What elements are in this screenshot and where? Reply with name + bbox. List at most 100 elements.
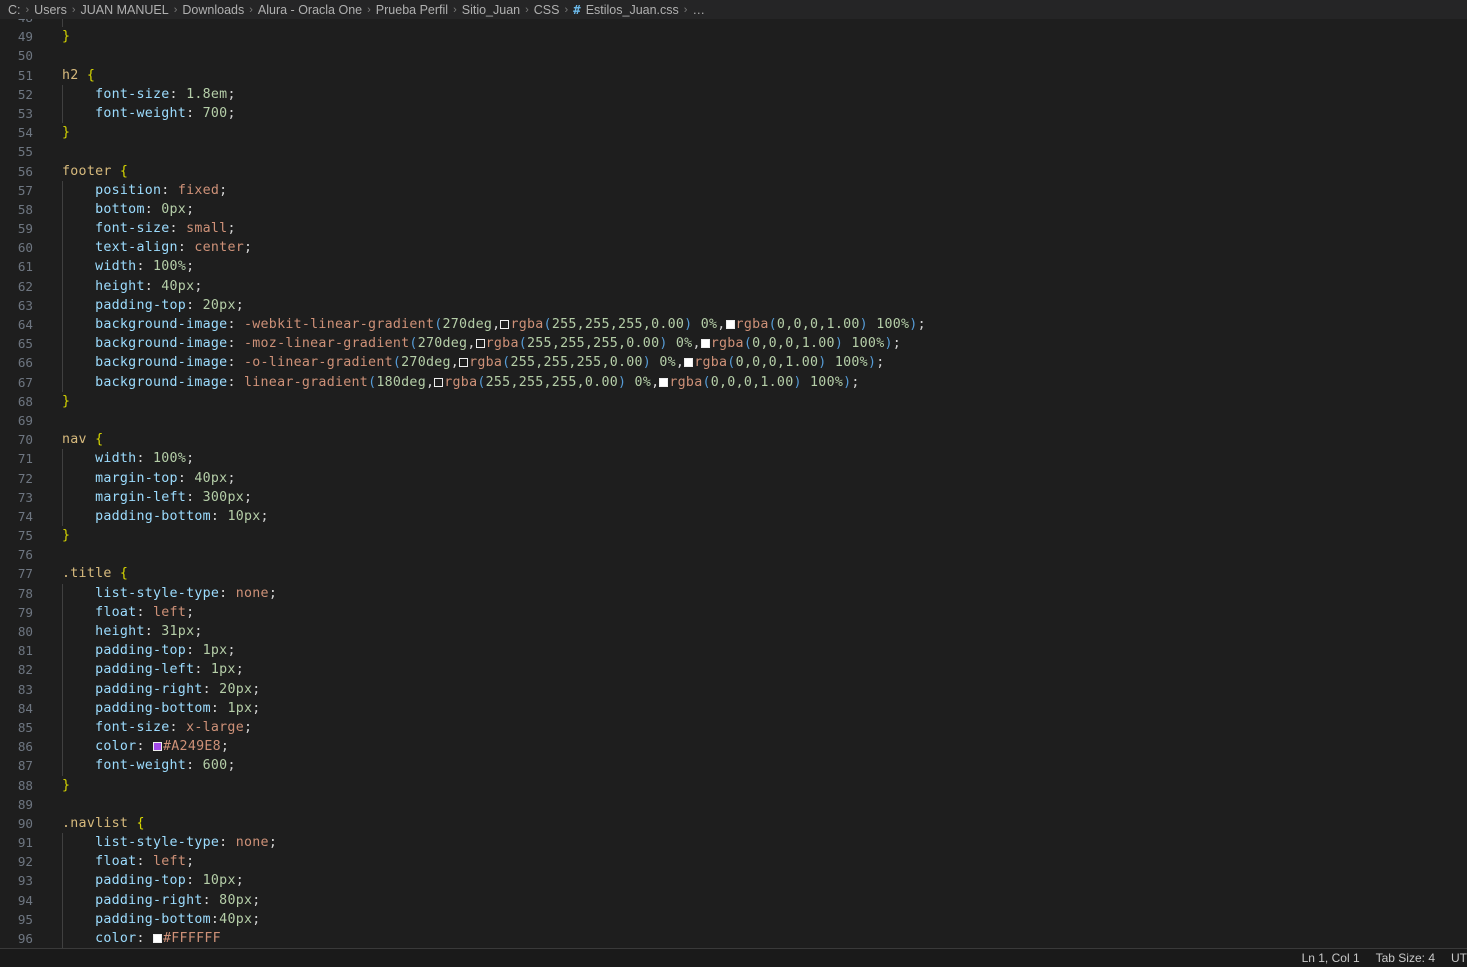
breadcrumb-item[interactable]: Alura - Oracla One (258, 3, 362, 17)
code-line[interactable]: 80 height: 31px; (0, 622, 1467, 642)
code-line[interactable]: 88} (0, 776, 1467, 795)
line-content[interactable]: height: 40px; (44, 276, 1467, 297)
code-line[interactable]: 71 width: 100%; (0, 449, 1467, 469)
line-content[interactable]: background-image: linear-gradient (180deg… (44, 372, 1467, 392)
line-content[interactable]: padding-bottom: 1px; (44, 698, 1467, 719)
line-content[interactable] (44, 795, 1467, 814)
line-content[interactable] (44, 411, 1467, 430)
status-tab-size[interactable]: Tab Size: 4 (1376, 951, 1435, 965)
code-line[interactable]: 48 (0, 19, 1467, 28)
line-content[interactable]: padding-top: 20px; (44, 295, 1467, 316)
code-line[interactable]: 87 font-weight: 600; (0, 756, 1467, 776)
code-line[interactable]: 50 (0, 46, 1467, 65)
code-line[interactable]: 90 .navlist { (0, 814, 1467, 833)
code-line[interactable]: 68} (0, 392, 1467, 411)
color-swatch-icon[interactable] (700, 339, 710, 349)
code-line[interactable]: 66 background-image: -o-linear-gradient(… (0, 353, 1467, 373)
code-line[interactable]: 89 (0, 795, 1467, 814)
line-content[interactable]: height: 31px; (44, 622, 1467, 642)
breadcrumb-item[interactable]: Estilos_Juan.css (586, 3, 679, 17)
code-line[interactable]: 75} (0, 526, 1467, 545)
code-line[interactable]: 61 width: 100%; (0, 257, 1467, 277)
color-swatch-icon[interactable] (153, 934, 162, 943)
line-content[interactable]: list-style-type: none; (44, 833, 1467, 853)
line-content[interactable]: } (44, 526, 1467, 545)
code-line[interactable]: 74 padding-bottom: 10px; (0, 506, 1467, 527)
status-cursor-position[interactable]: Ln 1, Col 1 (1302, 951, 1360, 965)
code-line[interactable]: 70 nav { (0, 430, 1467, 449)
code-line[interactable]: 62 height: 40px; (0, 276, 1467, 297)
line-content[interactable]: } (44, 776, 1467, 795)
code-line[interactable]: 53 font-weight: 700; (0, 103, 1467, 124)
code-line[interactable]: 63 padding-top: 20px; (0, 295, 1467, 316)
line-content[interactable]: float: left; (44, 602, 1467, 623)
line-content[interactable]: font-size: x-large; (44, 717, 1467, 738)
code-line[interactable]: 54} (0, 123, 1467, 142)
code-line[interactable]: 56 footer { (0, 162, 1467, 181)
line-content[interactable]: color: #A249E8; (44, 737, 1467, 757)
line-content[interactable]: } (44, 392, 1467, 411)
status-encoding[interactable]: UT (1451, 951, 1467, 965)
code-line[interactable]: 79 float: left; (0, 602, 1467, 623)
line-content[interactable]: position: fixed; (44, 180, 1467, 201)
code-line[interactable]: 95 padding-bottom:40px; (0, 909, 1467, 930)
line-content[interactable]: list-style-type: none; (44, 583, 1467, 604)
line-content[interactable]: padding-top: 1px; (44, 641, 1467, 661)
breadcrumb-item[interactable]: Prueba Perfil (376, 3, 448, 17)
code-line[interactable]: 49} (0, 27, 1467, 46)
line-content[interactable]: padding-bottom: 10px; (44, 506, 1467, 527)
color-swatch-icon[interactable] (475, 339, 485, 349)
code-line[interactable]: 96 color: #FFFFFF (0, 929, 1467, 948)
code-line[interactable]: 59 font-size: small; (0, 219, 1467, 239)
code-line[interactable]: 51 h2 { (0, 66, 1467, 85)
breadcrumb-item[interactable]: … (692, 3, 705, 17)
line-content[interactable]: bottom: 0px; (44, 199, 1467, 220)
line-content[interactable]: margin-left: 300px; (44, 487, 1467, 508)
line-content[interactable]: font-size: 1.8em; (44, 84, 1467, 105)
line-content[interactable] (44, 545, 1467, 564)
line-content[interactable]: font-size: small; (44, 219, 1467, 239)
code-line[interactable]: 91 list-style-type: none; (0, 833, 1467, 853)
line-content[interactable]: padding-left: 1px; (44, 660, 1467, 680)
code-line[interactable]: 58 bottom: 0px; (0, 199, 1467, 220)
line-content[interactable]: padding-right: 80px; (44, 890, 1467, 911)
line-content[interactable]: padding-right: 20px; (44, 679, 1467, 699)
line-content[interactable]: font-weight: 600; (44, 756, 1467, 776)
breadcrumb-item[interactable]: JUAN MANUEL (81, 3, 169, 17)
color-swatch-icon[interactable] (434, 377, 444, 387)
code-line[interactable]: 57 position: fixed; (0, 180, 1467, 201)
color-swatch-icon[interactable] (725, 320, 735, 329)
code-line[interactable]: 64 background-image: -webkit-linear-grad… (0, 315, 1467, 335)
color-swatch-icon[interactable] (459, 358, 469, 368)
code-line[interactable]: 93 padding-top: 10px; (0, 871, 1467, 891)
code-line[interactable]: 77 .title { (0, 564, 1467, 583)
line-content[interactable]: footer { (44, 162, 1467, 181)
code-line[interactable]: 69 (0, 411, 1467, 430)
code-line[interactable]: 94 padding-right: 80px; (0, 890, 1467, 911)
breadcrumb-item[interactable]: C: (8, 3, 21, 17)
code-line[interactable]: 76 (0, 545, 1467, 564)
line-content[interactable]: } (44, 123, 1467, 142)
code-line[interactable]: 73 margin-left: 300px; (0, 487, 1467, 508)
code-line[interactable]: 52 font-size: 1.8em; (0, 84, 1467, 105)
line-content[interactable]: padding-top: 10px; (44, 871, 1467, 891)
line-content[interactable]: h2 { (44, 66, 1467, 85)
line-content[interactable]: text-align: center; (44, 238, 1467, 258)
color-swatch-icon[interactable] (684, 358, 694, 368)
code-line[interactable]: 78 list-style-type: none; (0, 583, 1467, 604)
line-content[interactable] (44, 142, 1467, 161)
code-line[interactable]: 85 font-size: x-large; (0, 717, 1467, 738)
line-content[interactable]: padding-bottom:40px; (44, 909, 1467, 930)
code-line[interactable]: 86 color: #A249E8; (0, 737, 1467, 757)
code-line[interactable]: 67 background-image: linear-gradient (180… (0, 372, 1467, 392)
line-content[interactable]: color: #FFFFFF (44, 929, 1467, 948)
line-content[interactable]: background-image: -moz-linear-gradient(2… (44, 334, 1467, 354)
color-swatch-icon[interactable] (659, 377, 669, 387)
code-line[interactable]: 82 padding-left: 1px; (0, 660, 1467, 680)
color-swatch-icon[interactable] (153, 742, 162, 752)
breadcrumb-item[interactable]: Users (34, 3, 67, 17)
breadcrumb-item[interactable]: Downloads (182, 3, 244, 17)
line-content[interactable]: width: 100%; (44, 449, 1467, 469)
line-content[interactable]: font-weight: 700; (44, 103, 1467, 124)
code-editor[interactable]: 4849}5051h2 {52 font-size: 1.8em;53 font… (0, 19, 1467, 948)
